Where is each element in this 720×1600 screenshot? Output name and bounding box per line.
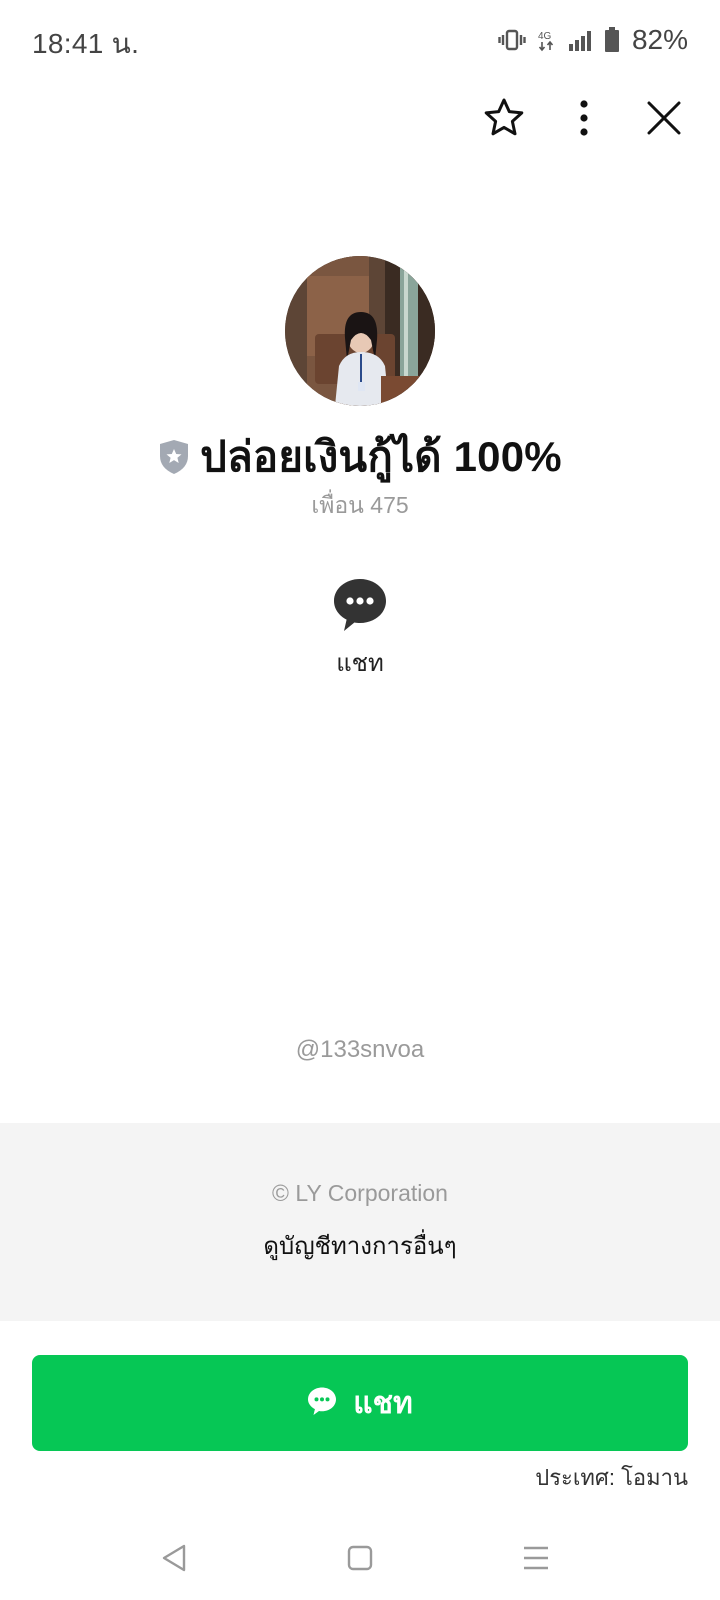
battery-icon xyxy=(604,27,620,53)
battery-percent: 82% xyxy=(631,24,688,55)
country-label: ประเทศ: โอมาน xyxy=(535,1465,688,1490)
nav-back-button[interactable] xyxy=(152,1538,196,1582)
shield-star-icon xyxy=(158,439,190,475)
friends-count: เพื่อน 475 xyxy=(311,492,409,518)
profile-avatar[interactable] xyxy=(285,256,435,406)
signal-icon xyxy=(568,28,592,52)
chat-cta-button[interactable]: แชท xyxy=(32,1355,688,1451)
nav-home-button[interactable] xyxy=(338,1538,382,1582)
close-button[interactable] xyxy=(636,92,692,148)
status-icons: 4G 82% xyxy=(498,22,688,58)
system-nav-bar xyxy=(0,1520,720,1600)
chat-action-label: แชท xyxy=(336,650,384,677)
top-actions xyxy=(476,92,692,148)
chat-bubble-icon xyxy=(307,1386,337,1421)
chat-bubble-icon xyxy=(332,576,388,637)
close-icon xyxy=(646,100,682,141)
copyright-text: © LY Corporation xyxy=(272,1180,448,1206)
more-options-button[interactable] xyxy=(556,92,612,148)
favorite-button[interactable] xyxy=(476,92,532,148)
star-icon xyxy=(482,96,526,145)
recents-icon xyxy=(522,1545,550,1576)
footer-panel xyxy=(0,1123,720,1321)
nav-recents-button[interactable] xyxy=(514,1538,558,1582)
profile-name: ปล่อยเงินกู้ได้ 100% xyxy=(200,433,562,480)
chat-cta-label: แชท xyxy=(353,1386,413,1420)
more-vert-icon xyxy=(578,98,590,143)
account-id: @133snvoa xyxy=(295,1036,425,1063)
status-time: 18:41 น. xyxy=(32,28,140,59)
status-bar: 18:41 น. 4G 82% xyxy=(0,0,720,84)
network-label: 4G xyxy=(538,31,552,42)
chat-action-button[interactable]: แชท xyxy=(310,576,410,677)
vibrate-icon xyxy=(498,28,526,52)
official-accounts-link[interactable]: ดูบัญชีทางการอื่นๆ xyxy=(0,1226,720,1265)
profile-name-row: ปล่อยเงินกู้ได้ 100% xyxy=(0,424,720,490)
network-4g-icon: 4G xyxy=(538,28,556,52)
home-icon xyxy=(346,1544,374,1577)
back-icon xyxy=(160,1543,188,1578)
